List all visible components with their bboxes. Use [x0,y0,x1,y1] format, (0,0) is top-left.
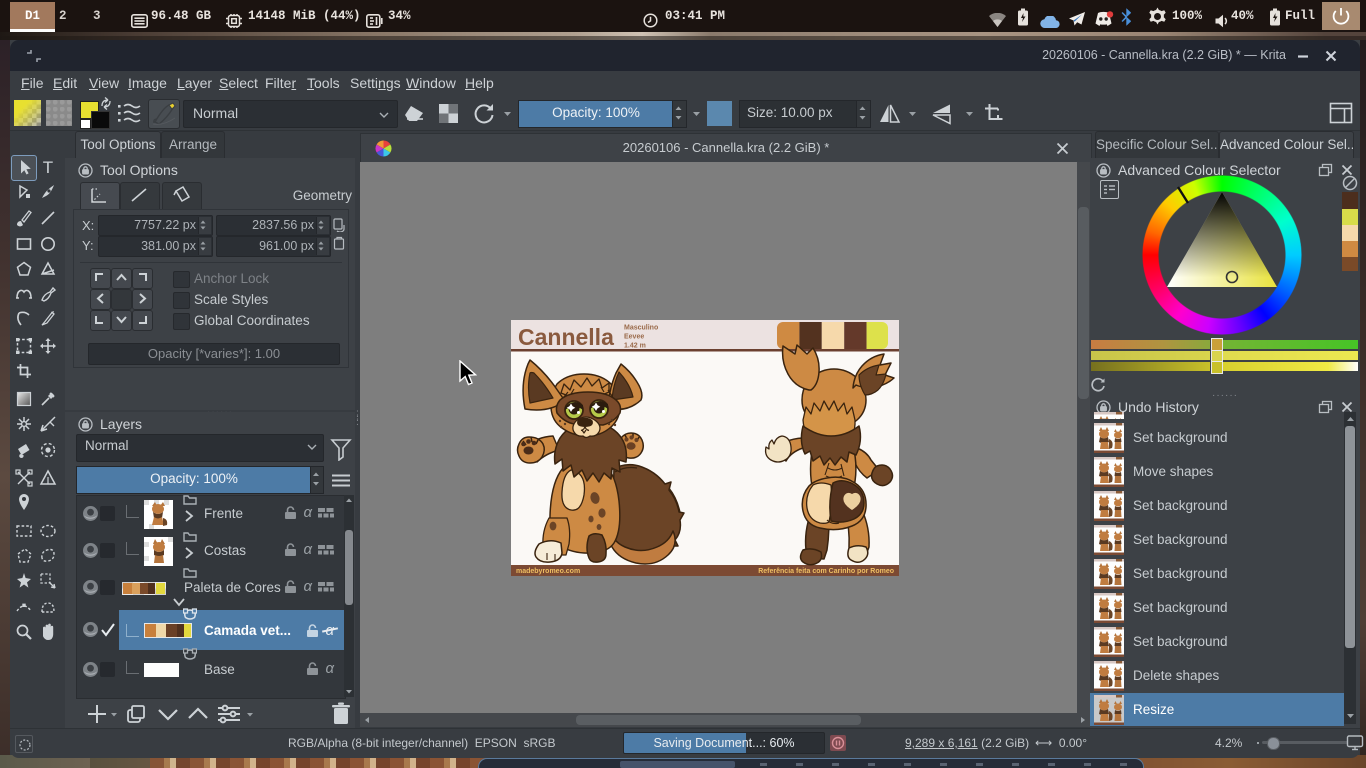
svg-text:Referência feita com Carinho p: Referência feita com Carinho por Romeo [758,568,894,575]
svg-text:madebyromeo.com: madebyromeo.com [516,568,580,575]
svg-text:Masculino: Masculino [624,325,658,332]
svg-text:T: T [43,158,53,177]
svg-text:1.42 m: 1.42 m [624,343,646,350]
svg-text:Eevee: Eevee [624,334,644,341]
svg-text:Cannella: Cannella [518,324,614,350]
